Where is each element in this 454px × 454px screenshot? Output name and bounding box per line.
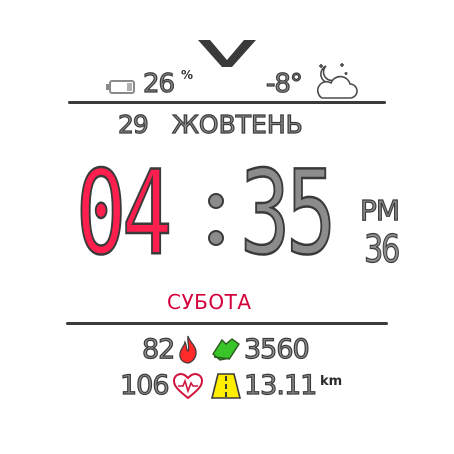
battery-icon bbox=[106, 79, 136, 94]
heart-pulse-icon bbox=[172, 372, 204, 400]
distance-unit: km bbox=[320, 374, 343, 389]
road-icon bbox=[210, 372, 242, 400]
battery-percent: 26 bbox=[142, 68, 175, 99]
time-ampm: PM bbox=[359, 194, 400, 227]
time-seconds: 36 bbox=[364, 227, 401, 271]
time-hours: 04 bbox=[75, 146, 173, 281]
temperature-value: -8° bbox=[265, 68, 303, 99]
heart-rate-value: 106 bbox=[119, 370, 170, 401]
time-minutes: 35 bbox=[239, 146, 337, 281]
battery-unit: % bbox=[181, 68, 194, 82]
date-day: 29 bbox=[117, 109, 149, 139]
distance-value: 13.11 bbox=[243, 370, 318, 401]
night-cloudy-icon bbox=[312, 60, 358, 104]
w-logo-icon bbox=[196, 38, 258, 68]
time-separator-bottom bbox=[208, 230, 224, 246]
top-divider bbox=[68, 101, 386, 104]
flame-icon bbox=[176, 334, 200, 364]
calories-value: 82 bbox=[141, 334, 176, 365]
shoe-icon bbox=[210, 336, 242, 362]
time-separator-top bbox=[208, 193, 224, 209]
weekday: СУБОТА bbox=[167, 290, 252, 314]
date-month: ЖОВТЕНЬ bbox=[171, 109, 303, 139]
steps-value: 3560 bbox=[243, 334, 310, 365]
bottom-divider bbox=[66, 322, 388, 325]
